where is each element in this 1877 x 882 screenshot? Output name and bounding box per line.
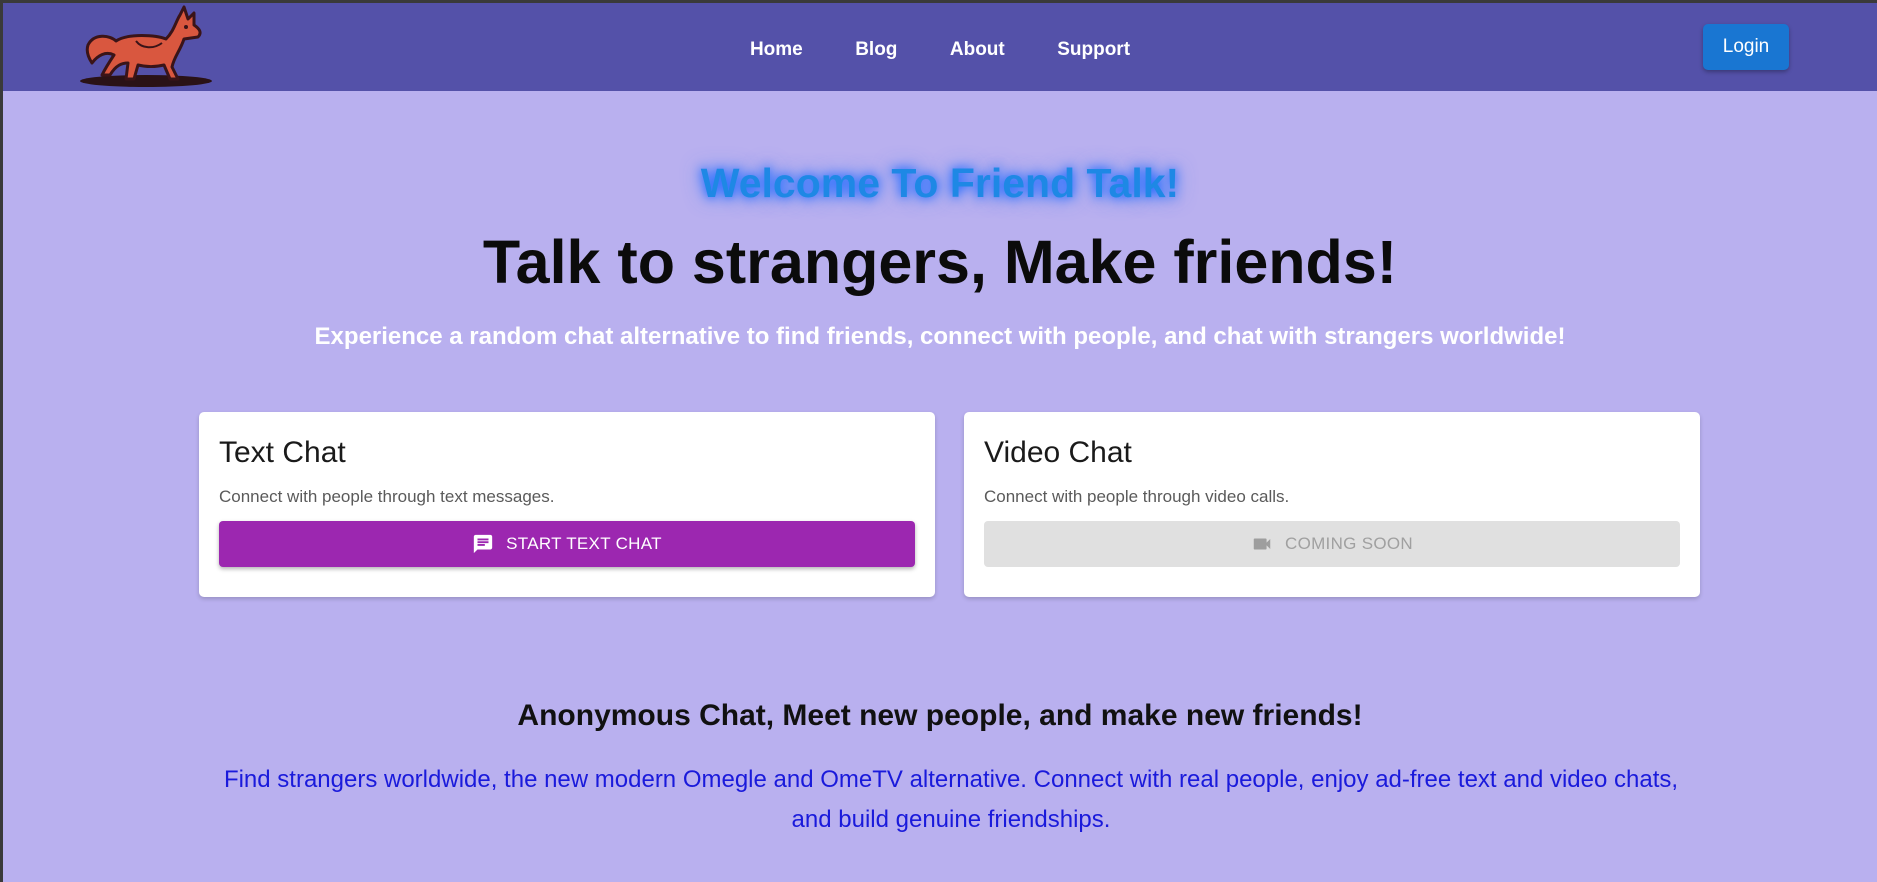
nav-about[interactable]: About — [950, 36, 1005, 64]
videocam-icon — [1253, 538, 1271, 550]
login-button[interactable]: Login — [1703, 24, 1789, 70]
card-title: Video Chat — [984, 436, 1132, 469]
section-heading: Anonymous Chat, Meet new people, and mak… — [517, 699, 1363, 732]
nav-blog[interactable]: Blog — [855, 36, 897, 64]
card-title: Text Chat — [219, 436, 346, 469]
browser-page: Home Blog About Support Login Welcome To… — [3, 3, 1877, 882]
nav-support[interactable]: Support — [1057, 36, 1130, 64]
page-title: Talk to strangers, Make friends! — [482, 228, 1398, 296]
main-nav: Home Blog About Support — [3, 36, 1877, 64]
button-label: START TEXT CHAT — [506, 534, 662, 553]
card-description: Connect with people through text message… — [219, 487, 555, 506]
card-description: Connect with people through video calls. — [984, 487, 1290, 506]
hero-subtitle: Experience a random chat alternative to … — [314, 323, 1566, 350]
coming-soon-button: COMING SOON — [984, 521, 1680, 567]
start-text-chat-button[interactable]: START TEXT CHAT — [219, 521, 915, 567]
video-chat-card: Video Chat Connect with people through v… — [964, 412, 1700, 597]
nav-home[interactable]: Home — [750, 36, 803, 64]
navbar: Home Blog About Support Login — [3, 3, 1877, 91]
section-description: Find strangers worldwide, the new modern… — [223, 766, 1679, 833]
chat-icon — [474, 534, 493, 554]
welcome-heading: Welcome To Friend Talk! — [700, 160, 1180, 206]
button-label: COMING SOON — [1285, 534, 1413, 553]
text-chat-card: Text Chat Connect with people through te… — [199, 412, 935, 597]
